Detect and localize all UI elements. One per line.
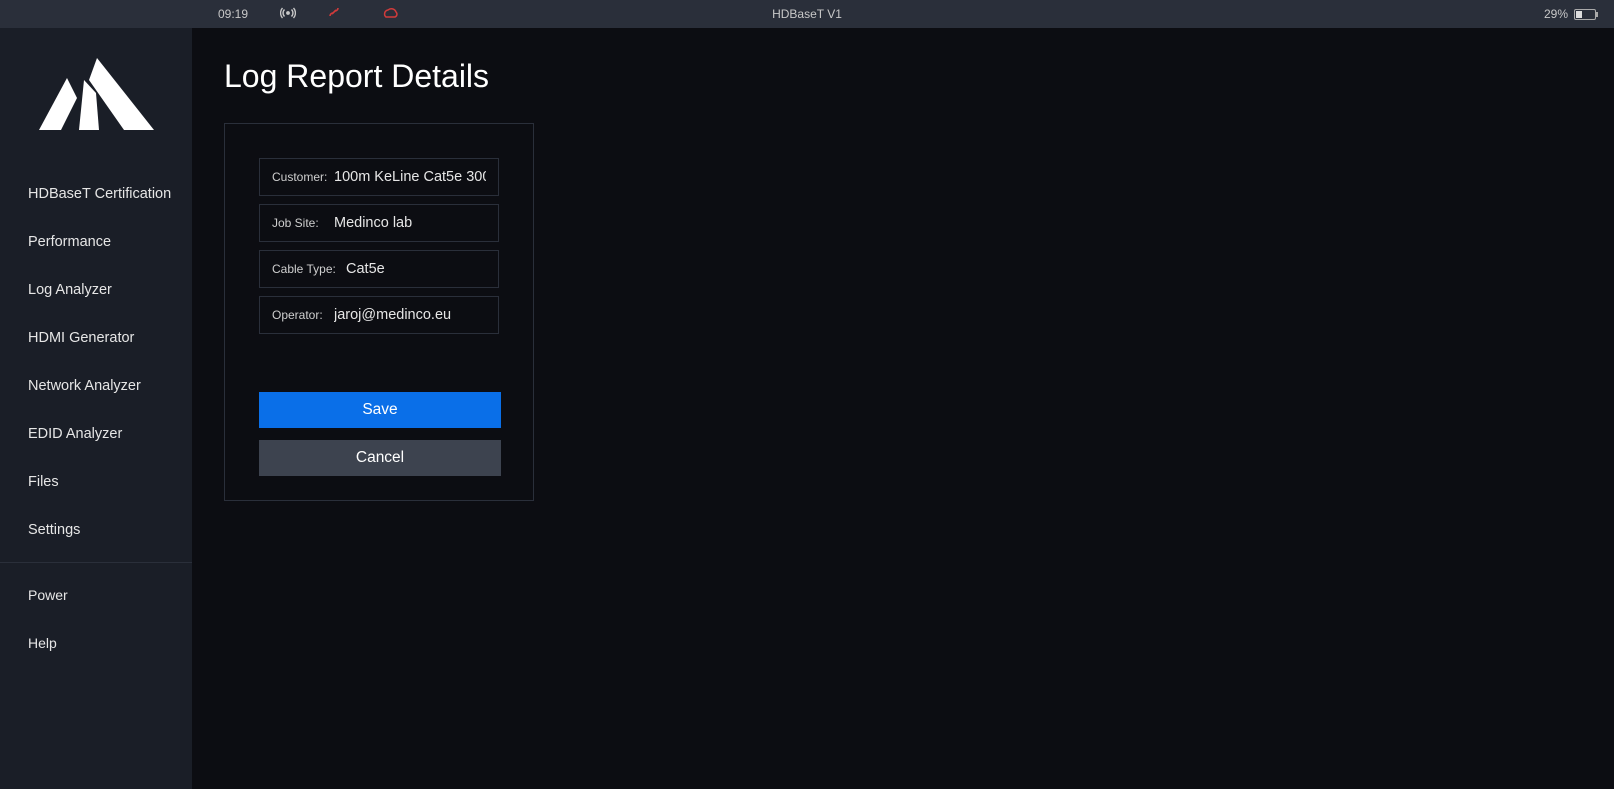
nav-item-label: Files: [28, 474, 59, 490]
nav-item-hdbaset-certification[interactable]: HDBaseT Certification: [0, 170, 192, 218]
nav-item-log-analyzer[interactable]: Log Analyzer: [0, 266, 192, 314]
clock-time: 09:19: [218, 7, 248, 21]
page-title: Log Report Details: [224, 58, 1582, 95]
field-cabletype-label: Cable Type:: [272, 262, 346, 276]
battery-percent: 29%: [1544, 7, 1568, 21]
nav-item-label: HDMI Generator: [28, 330, 134, 346]
nav-item-label: Performance: [28, 234, 111, 250]
nav-item-label: Network Analyzer: [28, 378, 141, 394]
nav-item-network-analyzer[interactable]: Network Analyzer: [0, 362, 192, 410]
log-report-form: Customer: Job Site: Cable Type: Operator…: [224, 123, 534, 501]
link-icon: [326, 6, 342, 23]
battery-status: 29%: [1544, 7, 1596, 21]
cloud-icon: [380, 6, 400, 23]
field-jobsite-label: Job Site:: [272, 216, 334, 230]
field-customer: Customer:: [259, 158, 499, 196]
nav-item-settings[interactable]: Settings: [0, 506, 192, 554]
jobsite-input[interactable]: [334, 215, 486, 231]
nav-item-hdmi-generator[interactable]: HDMI Generator: [0, 314, 192, 362]
nav-item-help[interactable]: Help: [0, 619, 192, 667]
field-cabletype: Cable Type:: [259, 250, 499, 288]
field-operator-label: Operator:: [272, 308, 334, 322]
nav-item-label: Log Analyzer: [28, 282, 112, 298]
battery-icon: [1574, 9, 1596, 20]
nav-item-files[interactable]: Files: [0, 458, 192, 506]
save-button[interactable]: Save: [259, 392, 501, 428]
nav-item-performance[interactable]: Performance: [0, 218, 192, 266]
nav-item-power[interactable]: Power: [0, 571, 192, 619]
cabletype-input[interactable]: [346, 261, 486, 277]
sidebar: HDBaseT Certification Performance Log An…: [0, 28, 192, 789]
nav-divider: [0, 562, 192, 563]
cancel-button[interactable]: Cancel: [259, 440, 501, 476]
status-bar: 09:19 HDBaseT V1 29%: [0, 0, 1614, 28]
main-content: Log Report Details Customer: Job Site: C…: [192, 28, 1614, 789]
nav-item-label: Power: [28, 587, 68, 603]
nav-list: HDBaseT Certification Performance Log An…: [0, 170, 192, 667]
operator-input[interactable]: [334, 307, 486, 323]
nav-item-label: Settings: [28, 522, 80, 538]
field-jobsite: Job Site:: [259, 204, 499, 242]
nav-item-edid-analyzer[interactable]: EDID Analyzer: [0, 410, 192, 458]
nav-item-label: HDBaseT Certification: [28, 186, 171, 202]
topbar-title: HDBaseT V1: [772, 7, 842, 21]
brand-logo: [39, 58, 154, 130]
field-operator: Operator:: [259, 296, 499, 334]
nav-item-label: EDID Analyzer: [28, 426, 122, 442]
field-customer-label: Customer:: [272, 170, 334, 184]
customer-input[interactable]: [334, 169, 486, 185]
signal-icon: [280, 6, 296, 23]
nav-item-label: Help: [28, 635, 57, 651]
